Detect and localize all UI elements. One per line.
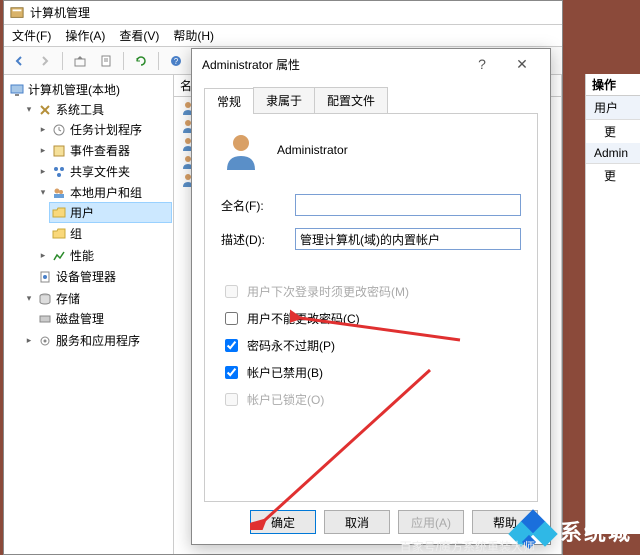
share-icon	[52, 165, 66, 179]
expand-icon[interactable]: ▸	[38, 145, 48, 156]
separator	[62, 52, 63, 70]
tree-device-mgr[interactable]: 设备管理器	[36, 267, 171, 286]
tree-root[interactable]: 计算机管理(本地)	[8, 80, 171, 99]
menu-view[interactable]: 查看(V)	[119, 27, 159, 44]
separator	[158, 52, 159, 70]
help-button[interactable]: ?	[165, 50, 187, 72]
tools-icon	[38, 103, 52, 117]
tree-system-tools[interactable]: ▾系统工具	[22, 100, 171, 119]
check-must-change: 用户下次登录时须更改密码(M)	[221, 278, 521, 305]
tree-users[interactable]: 用户	[50, 203, 171, 222]
up-button[interactable]	[69, 50, 91, 72]
tab-memberof[interactable]: 隶属于	[253, 87, 315, 113]
ok-button[interactable]: 确定	[250, 510, 316, 534]
description-label: 描述(D):	[221, 231, 295, 248]
svg-text:?: ?	[174, 57, 179, 66]
collapse-icon[interactable]: ▾	[38, 187, 48, 198]
check-cannot-change[interactable]: 用户不能更改密码(C)	[221, 305, 521, 332]
fullname-input[interactable]	[295, 194, 521, 216]
properties-button[interactable]	[95, 50, 117, 72]
clock-icon	[52, 123, 66, 137]
perf-icon	[52, 249, 66, 263]
folder-icon	[52, 227, 66, 241]
forward-button[interactable]	[34, 50, 56, 72]
menu-action[interactable]: 操作(A)	[65, 27, 105, 44]
watermark-text: 系统城	[560, 515, 632, 547]
tree-panel: 计算机管理(本地) ▾系统工具 ▸任务计划程序 ▸事件查看器 ▸共享文件夹 ▾本…	[4, 75, 174, 554]
button-row: 确定 取消 应用(A) 帮助	[204, 502, 538, 534]
menu-help[interactable]: 帮助(H)	[173, 27, 214, 44]
tree-event-viewer[interactable]: ▸事件查看器	[36, 141, 171, 160]
watermark-subtext: 百家号/魔方系统重装大师	[400, 538, 535, 555]
menu-file[interactable]: 文件(F)	[12, 27, 51, 44]
expand-icon[interactable]: ▸	[24, 335, 34, 346]
storage-icon	[38, 292, 52, 306]
cancel-button[interactable]: 取消	[324, 510, 390, 534]
tree-shared-folders[interactable]: ▸共享文件夹	[36, 162, 171, 181]
tree-groups[interactable]: 组	[50, 224, 171, 243]
back-button[interactable]	[8, 50, 30, 72]
close-button[interactable]: ✕	[504, 52, 540, 76]
expand-icon[interactable]: ▸	[38, 250, 48, 261]
tab-general-content: Administrator 全名(F): 描述(D): 用户下次登录时须更改密码…	[204, 114, 538, 502]
check-locked: 帐户已锁定(O)	[221, 386, 521, 413]
actions-section-admin: Admin	[586, 143, 640, 164]
services-icon	[38, 334, 52, 348]
user-avatar-icon	[221, 130, 261, 170]
tab-profile[interactable]: 配置文件	[314, 87, 388, 113]
collapse-icon[interactable]: ▾	[24, 293, 34, 304]
actions-header: 操作	[586, 74, 640, 96]
menubar: 文件(F) 操作(A) 查看(V) 帮助(H)	[4, 25, 562, 47]
tree-disk-mgmt[interactable]: 磁盘管理	[36, 309, 171, 328]
fullname-label: 全名(F):	[221, 197, 295, 214]
app-icon	[10, 6, 24, 20]
folder-icon	[52, 206, 66, 220]
check-never-expire[interactable]: 密码永不过期(P)	[221, 332, 521, 359]
tree-task-scheduler[interactable]: ▸任务计划程序	[36, 120, 171, 139]
tree-performance[interactable]: ▸性能	[36, 246, 171, 265]
app-title: 计算机管理	[30, 4, 90, 21]
tree-storage[interactable]: ▾存储	[22, 289, 171, 308]
tree-services[interactable]: ▸服务和应用程序	[22, 331, 171, 350]
titlebar: 计算机管理	[4, 1, 562, 25]
properties-dialog: Administrator 属性 ? ✕ 常规 隶属于 配置文件 Adminis…	[191, 48, 551, 545]
computer-icon	[10, 83, 24, 97]
dialog-title: Administrator 属性	[202, 56, 300, 73]
tree-local-users[interactable]: ▾本地用户和组	[36, 183, 171, 202]
collapse-icon[interactable]: ▾	[24, 104, 34, 115]
actions-panel: 操作 用户 更 Admin 更	[585, 74, 640, 534]
help-button[interactable]: ?	[464, 52, 500, 76]
separator	[123, 52, 124, 70]
apply-button[interactable]: 应用(A)	[398, 510, 464, 534]
actions-section-users: 用户	[586, 96, 640, 120]
actions-item[interactable]: 更	[586, 120, 640, 143]
tab-general[interactable]: 常规	[204, 88, 254, 114]
description-input[interactable]	[295, 228, 521, 250]
dialog-titlebar[interactable]: Administrator 属性 ? ✕	[192, 49, 550, 79]
refresh-button[interactable]	[130, 50, 152, 72]
username-label: Administrator	[277, 143, 348, 157]
device-icon	[38, 270, 52, 284]
expand-icon[interactable]: ▸	[38, 124, 48, 135]
tab-bar: 常规 隶属于 配置文件	[204, 87, 538, 114]
check-disabled[interactable]: 帐户已禁用(B)	[221, 359, 521, 386]
actions-item[interactable]: 更	[586, 164, 640, 187]
users-icon	[52, 186, 66, 200]
event-icon	[52, 144, 66, 158]
expand-icon[interactable]: ▸	[38, 166, 48, 177]
disk-icon	[38, 312, 52, 326]
